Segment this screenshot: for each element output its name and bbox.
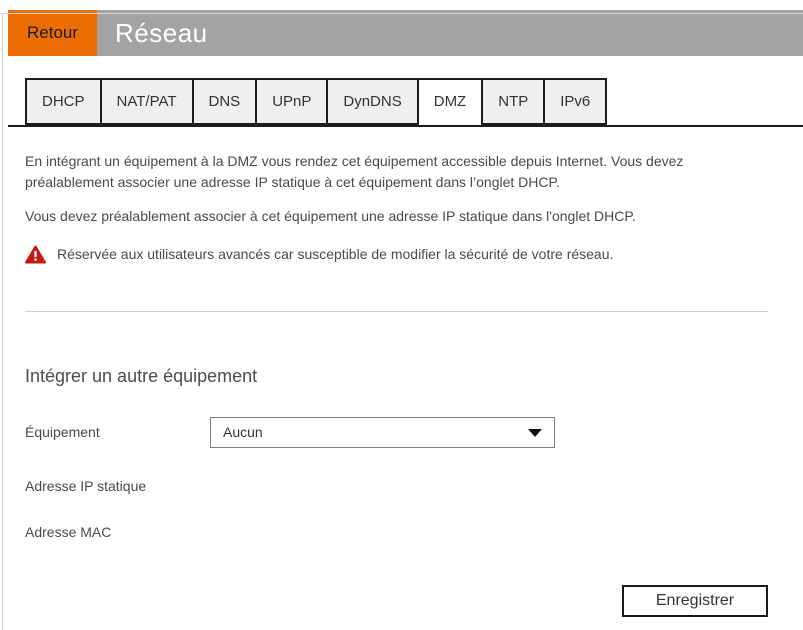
device-select[interactable]: Aucun [210,417,555,448]
tab-dmz[interactable]: DMZ [416,78,484,127]
warning-triangle-icon [25,245,46,264]
tab-upnp[interactable]: UPnP [255,78,329,125]
warning-row: Réservée aux utilisateurs avancés car su… [25,244,768,265]
intro-paragraph: En intégrant un équipement à la DMZ vous… [25,153,684,190]
device-row: Équipement Aucun [25,417,768,448]
section-divider [25,311,768,312]
page-header: Retour Réseau [8,10,803,56]
warning-text: Réservée aux utilisateurs avancés car su… [57,246,614,262]
chevron-down-icon [528,428,542,437]
tab-dns[interactable]: DNS [191,78,258,125]
top-border-line [0,13,803,14]
footer-actions: Enregistrer [25,585,768,617]
prerequisite-paragraph: Vous devez préalablement associer à cet … [25,208,636,224]
save-button[interactable]: Enregistrer [622,585,768,617]
mac-address-label: Adresse MAC [25,524,112,540]
tab-bar-baseline [8,125,803,127]
tab-dhcp[interactable]: DHCP [25,78,102,125]
title-bar: Réseau [97,10,803,56]
tab-nat-pat[interactable]: NAT/PAT [99,78,194,125]
tab-dyndns[interactable]: DynDNS [326,78,419,125]
static-ip-label: Adresse IP statique [25,478,147,494]
tab-bar: DHCP NAT/PAT DNS UPnP DynDNS DMZ NTP IPv6 [8,78,803,127]
page-title: Réseau [115,17,208,48]
mac-address-row: Adresse MAC [25,522,768,543]
dmz-panel: En intégrant un équipement à la DMZ vous… [25,151,768,543]
device-label: Équipement [25,424,100,440]
device-select-value: Aucun [223,424,263,440]
static-ip-row: Adresse IP statique [25,476,768,497]
back-button[interactable]: Retour [8,10,97,56]
tab-ipv6[interactable]: IPv6 [543,78,608,125]
left-border-line [2,13,3,630]
tab-ntp[interactable]: NTP [481,78,546,125]
section-title: Intégrer un autre équipement [25,366,258,386]
